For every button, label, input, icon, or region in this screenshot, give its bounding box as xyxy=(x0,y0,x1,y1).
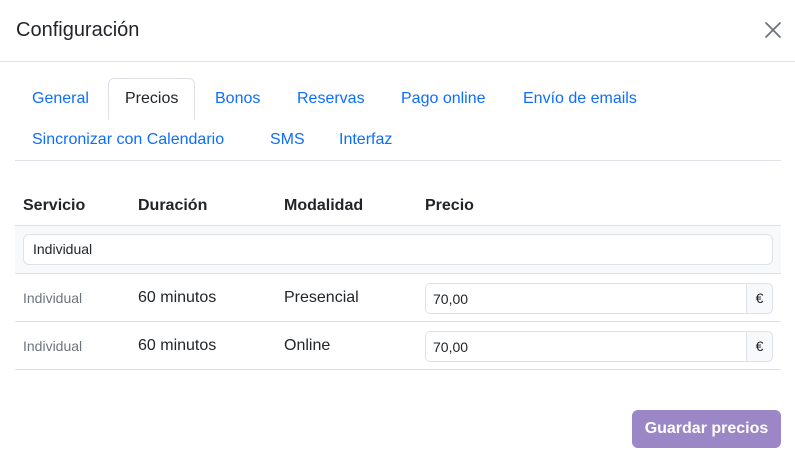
price-input[interactable] xyxy=(425,331,747,362)
close-icon xyxy=(765,22,781,38)
tab-general[interactable]: General xyxy=(16,78,105,119)
header-precio: Precio xyxy=(425,197,474,214)
tab-reservas[interactable]: Reservas xyxy=(281,78,381,119)
cell-service: Individual xyxy=(23,290,83,306)
tab-sms[interactable]: SMS xyxy=(254,119,321,160)
tab-sincronizar-calendario[interactable]: Sincronizar con Calendario xyxy=(16,119,240,160)
header-servicio: Servicio xyxy=(23,197,86,214)
group-row: Individual xyxy=(15,226,781,274)
table-row: Individual 60 minutos Presencial € xyxy=(15,274,781,322)
price-input[interactable] xyxy=(425,283,747,314)
currency-addon: € xyxy=(746,331,773,362)
price-input-group: € xyxy=(425,331,773,362)
group-label: Individual xyxy=(23,234,773,265)
cell-service: Individual xyxy=(23,338,83,354)
tab-bonos[interactable]: Bonos xyxy=(199,78,276,119)
table-row: Individual 60 minutos Online € xyxy=(15,322,781,370)
modal-header: Configuración xyxy=(0,0,795,62)
cell-mode: Presencial xyxy=(284,289,359,306)
close-button[interactable] xyxy=(760,17,786,43)
tab-interfaz[interactable]: Interfaz xyxy=(323,119,408,160)
settings-modal: Configuración General Precios Bonos Rese… xyxy=(0,0,795,461)
save-prices-button[interactable]: Guardar precios xyxy=(632,410,781,448)
tab-precios[interactable]: Precios xyxy=(108,78,196,120)
cell-mode: Online xyxy=(284,337,331,354)
currency-addon: € xyxy=(746,283,773,314)
header-duracion: Duración xyxy=(138,197,208,214)
cell-duration: 60 minutos xyxy=(138,289,217,306)
tab-envio-emails[interactable]: Envío de emails xyxy=(507,78,653,119)
header-modalidad: Modalidad xyxy=(284,197,364,214)
price-input-group: € xyxy=(425,283,773,314)
tab-pago-online[interactable]: Pago online xyxy=(385,78,502,119)
modal-title: Configuración xyxy=(16,19,140,41)
cell-duration: 60 minutos xyxy=(138,337,217,354)
settings-tabs: General Precios Bonos Reservas Pago onli… xyxy=(15,78,781,161)
